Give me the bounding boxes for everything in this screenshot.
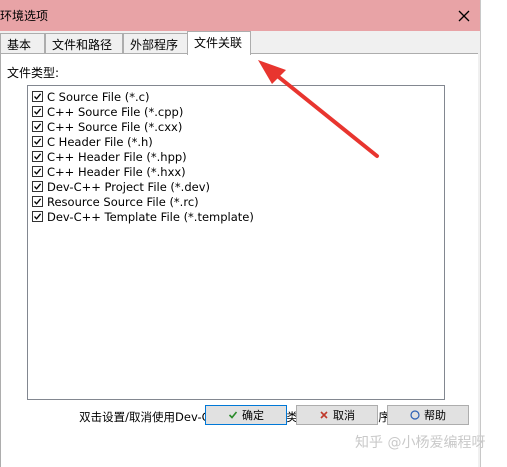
close-icon [458,10,470,22]
close-button[interactable] [452,4,476,28]
checkbox[interactable] [32,181,43,192]
tab-file-associations[interactable]: 文件关联 [187,31,251,55]
help-label: 帮助 [424,409,446,422]
checkmark-icon [34,183,42,190]
checkbox[interactable] [32,91,43,102]
checkbox[interactable] [32,121,43,132]
tab-strip: 基本 文件和路径 外部程序 文件关联 [0,31,480,55]
tab-basic[interactable]: 基本 [0,33,45,53]
checkmark-icon [34,108,42,115]
file-types-listbox[interactable]: C Source File (*.c) C++ Source File (*.c… [27,85,445,400]
cancel-icon [320,411,328,419]
help-button[interactable]: 帮助 [387,405,469,425]
ok-label: 确定 [242,409,264,422]
file-type-label: C Source File (*.c) [47,89,150,104]
watermark: 知乎 @小杨爱编程呀 [355,435,486,451]
checkbox[interactable] [32,136,43,147]
file-type-label: C++ Source File (*.cpp) [47,104,184,119]
list-item[interactable]: Dev-C++ Template File (*.template) [32,209,254,224]
window-title: 环境选项 [0,9,49,23]
checkmark-icon [34,168,42,175]
cancel-button[interactable]: 取消 [296,405,378,425]
title-bar[interactable]: 环境选项 [0,0,480,31]
checkmark-icon [34,93,42,100]
list-item[interactable]: C++ Source File (*.cxx) [32,119,182,134]
file-type-label: C Header File (*.h) [47,134,153,149]
checkmark-icon [228,411,238,419]
list-item[interactable]: C Source File (*.c) [32,89,149,104]
checkbox[interactable] [32,151,43,162]
file-type-label: Dev-C++ Project File (*.dev) [47,179,210,194]
checkmark-icon [34,213,42,220]
file-type-label: C++ Source File (*.cxx) [47,119,183,134]
list-item[interactable]: Resource Source File (*.rc) [32,194,199,209]
cancel-label: 取消 [333,409,355,422]
checkbox[interactable] [32,166,43,177]
tab-label: 文件关联 [194,36,243,50]
checkmark-icon [34,153,42,160]
file-type-label: C++ Header File (*.hxx) [47,164,186,179]
checkbox[interactable] [32,106,43,117]
tab-label: 外部程序 [130,38,179,52]
tab-files-and-paths[interactable]: 文件和路径 [45,33,123,53]
checkmark-icon [34,138,42,145]
list-item[interactable]: C Header File (*.h) [32,134,153,149]
file-type-label: Dev-C++ Template File (*.template) [47,209,254,224]
checkmark-icon [34,198,42,205]
tab-label: 文件和路径 [52,38,113,52]
ok-button[interactable]: 确定 [205,405,287,425]
options-dialog: 环境选项 基本 文件和路径 外部程序 文件关联 文件类型: C Source F… [0,0,481,467]
file-types-label: 文件类型: [7,66,60,80]
file-type-label: Resource Source File (*.rc) [47,194,199,209]
list-item[interactable]: C++ Header File (*.hxx) [32,164,186,179]
tab-label: 基本 [7,38,32,52]
list-item[interactable]: Dev-C++ Project File (*.dev) [32,179,210,194]
checkmark-icon [34,123,42,130]
help-icon [410,410,420,420]
tab-external-programs[interactable]: 外部程序 [123,33,188,53]
checkbox[interactable] [32,211,43,222]
checkbox[interactable] [32,196,43,207]
file-type-label: C++ Header File (*.hpp) [47,149,187,164]
list-item[interactable]: C++ Source File (*.cpp) [32,104,183,119]
list-item[interactable]: C++ Header File (*.hpp) [32,149,187,164]
